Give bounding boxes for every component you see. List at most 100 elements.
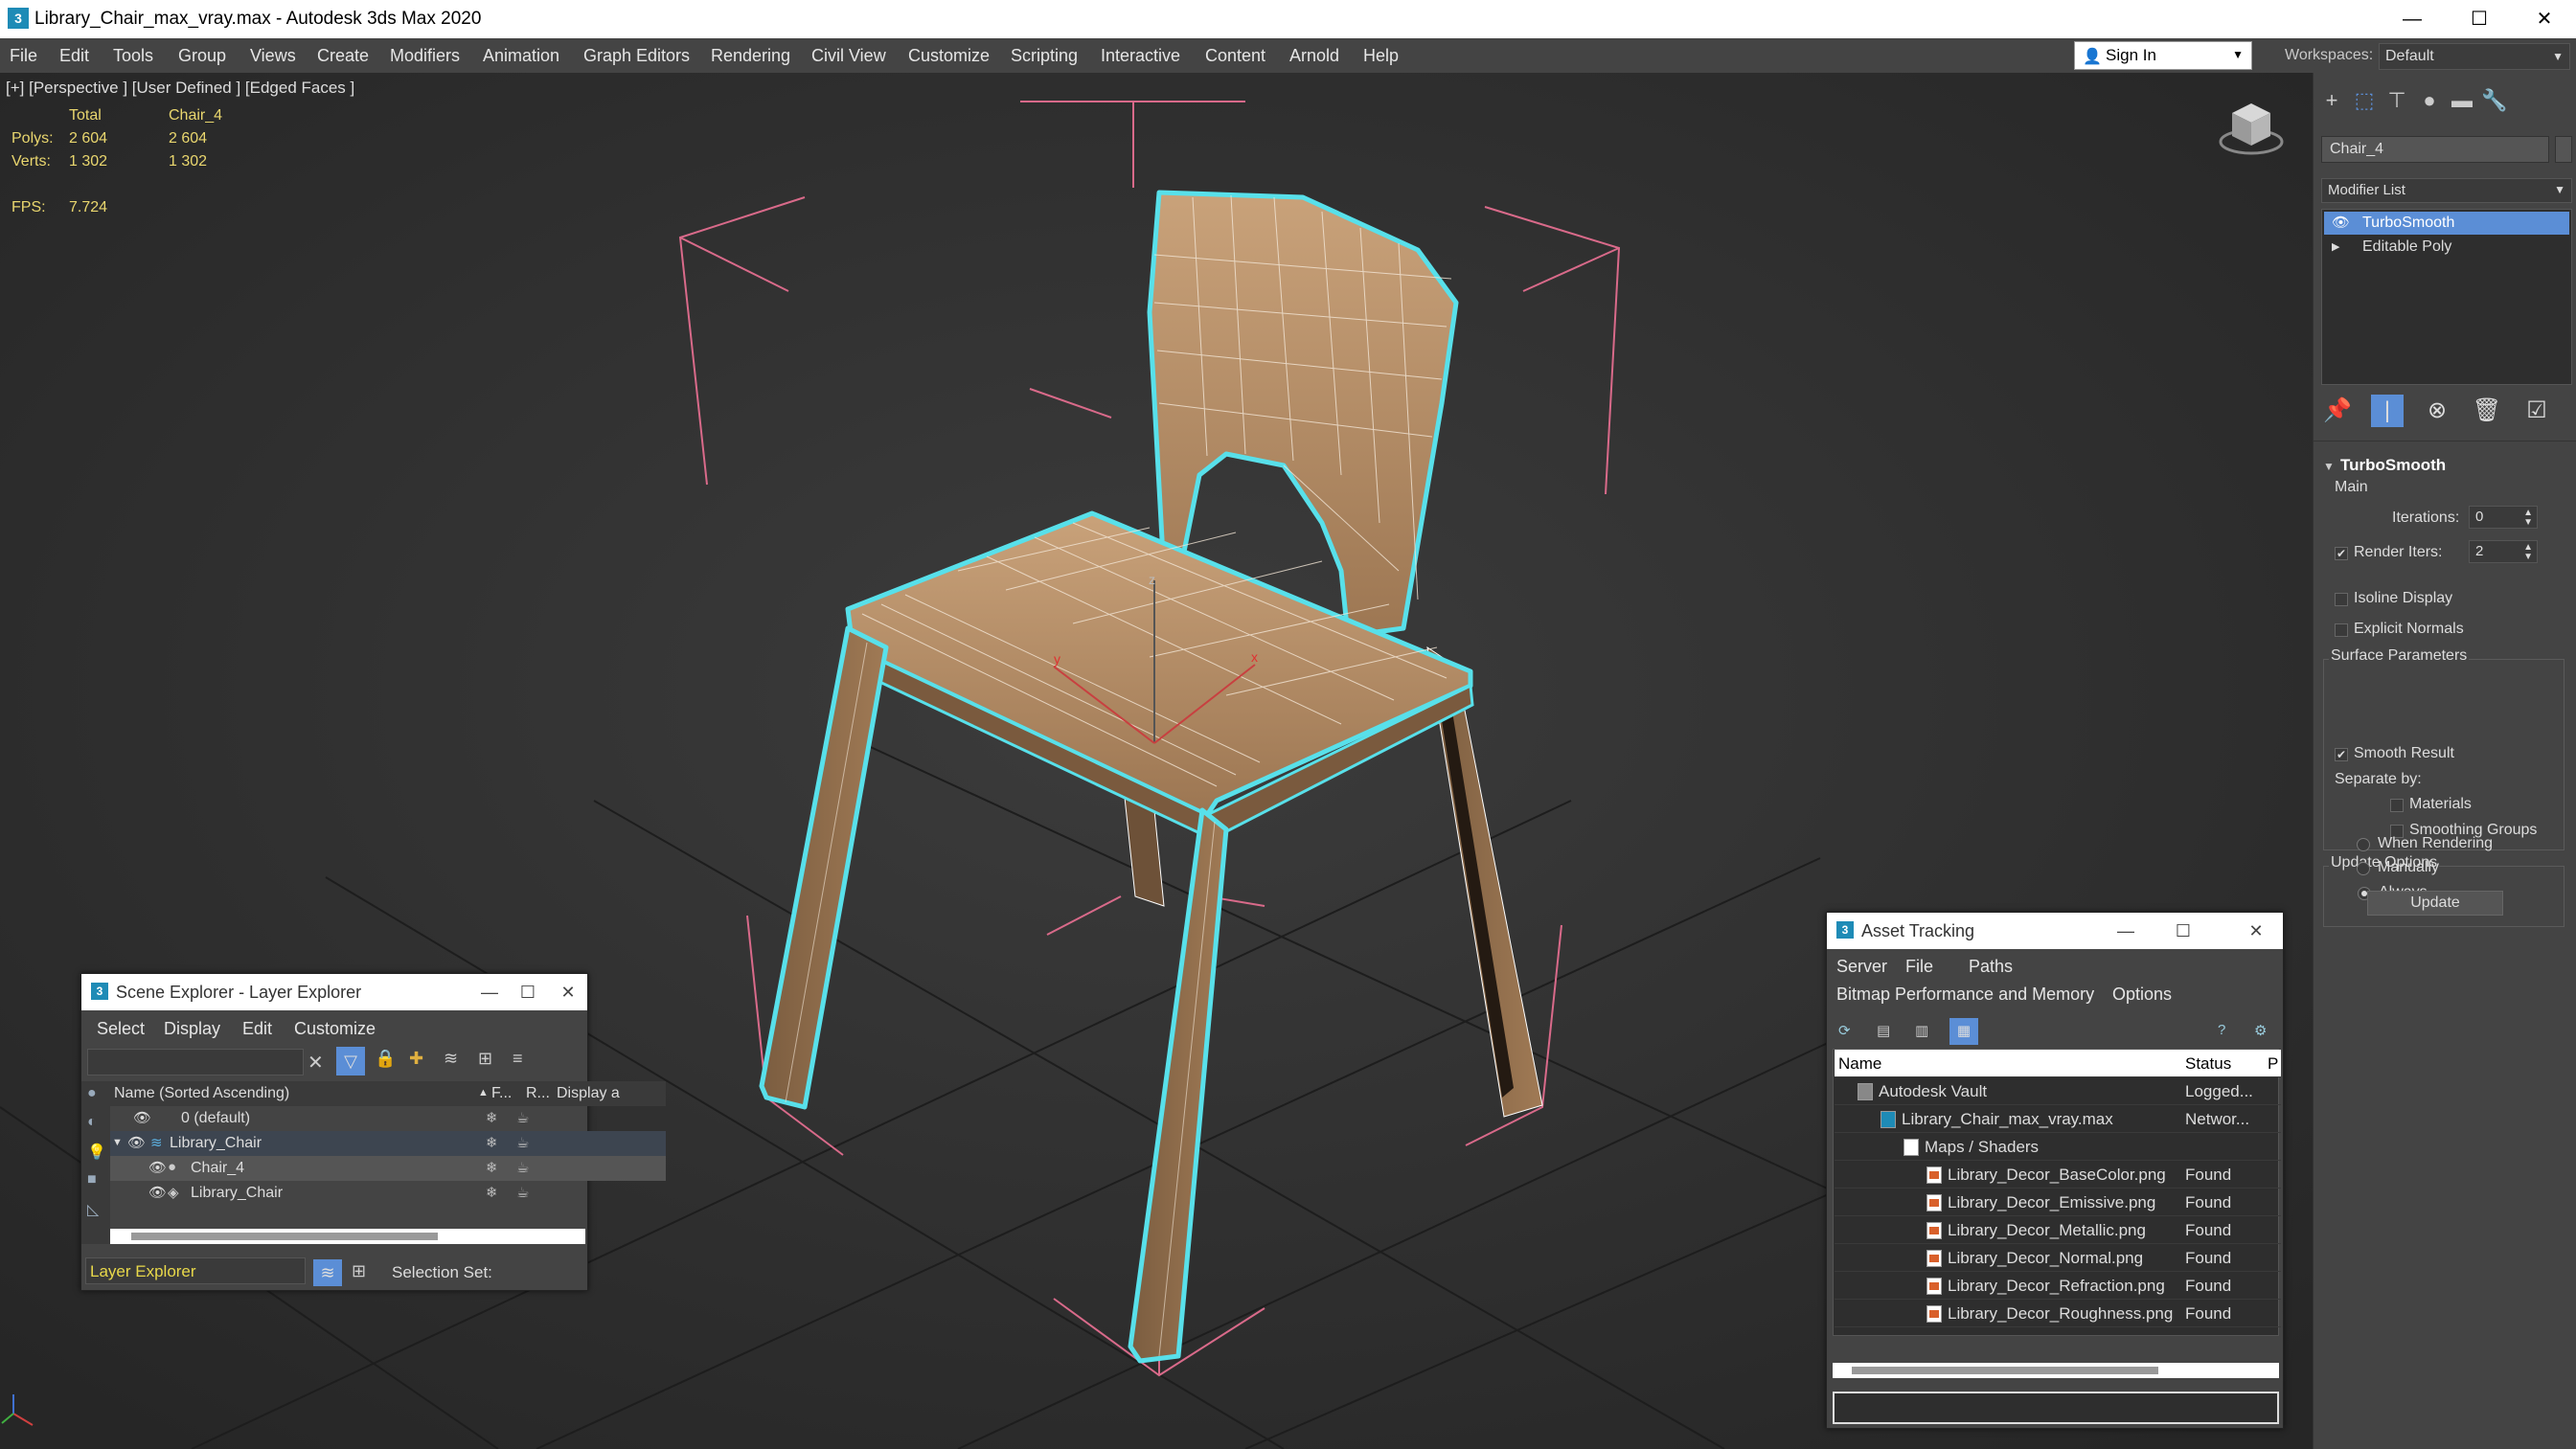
list-view-icon[interactable]: ▤ — [1877, 1022, 1890, 1039]
render-teapot-icon[interactable]: ☕ — [516, 1159, 529, 1176]
asset-row-texture[interactable]: Library_Decor_Refraction.png Found — [1835, 1272, 2281, 1300]
utilities-tab-icon[interactable]: 🔧 — [2480, 88, 2509, 117]
stack-item-editable-poly[interactable]: ▶ Editable Poly — [2324, 236, 2569, 259]
when-rendering-radio[interactable] — [2357, 838, 2370, 851]
se-col-name[interactable]: Name (Sorted Ascending) — [114, 1085, 289, 1102]
pin-stack-icon[interactable]: 📌 — [2321, 395, 2354, 427]
menu-scripting[interactable]: Scripting — [1011, 46, 1078, 66]
display-shapes-icon[interactable]: ◐ — [87, 1114, 97, 1131]
menu-group[interactable]: Group — [178, 46, 226, 66]
minimize-button[interactable]: — — [2381, 0, 2444, 38]
viewport-label[interactable]: [+] [Perspective ] [User Defined ] [Edge… — [6, 79, 354, 98]
menu-file[interactable]: File — [10, 46, 37, 66]
workspaces-select[interactable]: Default ▼ — [2379, 43, 2570, 70]
menu-arnold[interactable]: Arnold — [1289, 46, 1339, 66]
close-button[interactable]: ✕ — [551, 978, 585, 1007]
display-helpers-icon[interactable]: ◺ — [87, 1200, 99, 1219]
menu-tools[interactable]: Tools — [113, 46, 153, 66]
hierarchy-icon[interactable]: ⊞ — [478, 1049, 492, 1069]
modifier-list-dropdown[interactable]: Modifier List ▼ — [2321, 178, 2572, 203]
se-col-frozen[interactable]: F... — [491, 1085, 512, 1102]
object-color-swatch[interactable] — [2555, 136, 2572, 163]
stack-icon[interactable]: ≡ — [513, 1049, 523, 1069]
at-menu-paths[interactable]: Paths — [1969, 957, 2013, 977]
maximize-button[interactable]: ☐ — [2448, 0, 2511, 38]
tree-view-icon[interactable]: ▦ — [1949, 1018, 1978, 1045]
manually-radio[interactable] — [2357, 862, 2370, 875]
menu-edit[interactable]: Edit — [59, 46, 89, 66]
collapse-arrow-icon[interactable]: ▼ — [112, 1137, 123, 1148]
maximize-button[interactable]: ☐ — [511, 978, 545, 1007]
hierarchy-toggle-icon[interactable]: ⊞ — [352, 1261, 366, 1281]
freeze-icon[interactable]: ❄ — [486, 1134, 498, 1151]
menu-customize[interactable]: Customize — [908, 46, 990, 66]
explicit-normals-checkbox[interactable] — [2335, 623, 2348, 637]
filter-icon[interactable]: ▽ — [336, 1047, 365, 1075]
display-lights-icon[interactable]: 💡 — [87, 1143, 106, 1162]
rollout-arrow-icon[interactable]: ▼ — [2323, 460, 2335, 473]
close-button[interactable]: ✕ — [2513, 0, 2576, 38]
maximize-button[interactable]: ☐ — [2166, 917, 2200, 945]
menu-animation[interactable]: Animation — [483, 46, 559, 66]
create-tab-icon[interactable]: + — [2317, 88, 2346, 117]
eye-icon[interactable]: 👁 — [133, 1109, 151, 1126]
se-row-default-layer[interactable]: 👁 0 (default) ❄ ☕ — [110, 1106, 666, 1131]
asset-col-status[interactable]: Status — [2185, 1054, 2231, 1074]
make-unique-icon[interactable]: ⊗ — [2421, 395, 2453, 427]
stack-item-turbosmooth[interactable]: 👁 TurboSmooth — [2324, 212, 2569, 235]
asset-row-texture[interactable]: Library_Decor_Metallic.png Found — [1835, 1216, 2281, 1244]
materials-checkbox[interactable] — [2390, 799, 2404, 812]
eye-icon[interactable]: 👁 — [127, 1134, 146, 1151]
hierarchy-tab-icon[interactable]: ⊤ — [2382, 88, 2411, 117]
render-iters-checkbox[interactable]: ✔ — [2335, 547, 2348, 560]
menu-civil-view[interactable]: Civil View — [811, 46, 886, 66]
lock-icon[interactable]: 🔒 — [375, 1049, 396, 1069]
asset-tracking-titlebar[interactable]: 3 Asset Tracking — ☐ ✕ — [1827, 913, 2283, 949]
freeze-icon[interactable]: ❄ — [486, 1159, 498, 1176]
eye-icon[interactable]: 👁 — [148, 1184, 167, 1201]
menu-help[interactable]: Help — [1363, 46, 1399, 66]
se-col-display[interactable]: Display a — [557, 1085, 620, 1102]
menu-modifiers[interactable]: Modifiers — [390, 46, 460, 66]
at-menu-server[interactable]: Server — [1836, 957, 1887, 977]
eye-icon[interactable]: 👁 — [2332, 214, 2350, 231]
asset-row-texture[interactable]: Library_Decor_Roughness.png Found — [1835, 1300, 2281, 1327]
close-button[interactable]: ✕ — [2239, 917, 2273, 945]
se-scrollbar[interactable] — [110, 1229, 585, 1244]
freeze-icon[interactable]: ❄ — [486, 1184, 498, 1201]
refresh-icon[interactable]: ⟳ — [1838, 1022, 1851, 1039]
render-iters-spinner[interactable]: 2 ▲ ▼ — [2469, 540, 2538, 563]
asset-path-field[interactable] — [1833, 1392, 2279, 1424]
layers-icon[interactable]: ≋ — [444, 1049, 458, 1069]
object-name-field[interactable]: Chair_4 — [2321, 136, 2549, 163]
spinner-arrows-icon[interactable]: ▲ ▼ — [2523, 509, 2533, 528]
sign-in-dropdown[interactable]: 👤 Sign In ▼ — [2074, 41, 2252, 70]
asset-scrollbar-thumb[interactable] — [1852, 1367, 2158, 1374]
asset-row-maps-shaders[interactable]: Maps / Shaders — [1835, 1133, 2281, 1161]
se-row-library-chair-layer[interactable]: ▼ 👁 ≋ Library_Chair ❄ ☕ — [110, 1131, 666, 1156]
se-menu-edit[interactable]: Edit — [242, 1019, 272, 1039]
isoline-display-checkbox[interactable] — [2335, 593, 2348, 606]
update-button[interactable]: Update — [2367, 891, 2503, 916]
remove-modifier-icon[interactable]: 🗑 — [2471, 395, 2503, 427]
asset-col-p[interactable]: P — [2268, 1054, 2278, 1074]
menu-rendering[interactable]: Rendering — [711, 46, 790, 66]
asset-row-vault[interactable]: Autodesk Vault Logged... — [1835, 1077, 2281, 1105]
menu-create[interactable]: Create — [317, 46, 369, 66]
render-teapot-icon[interactable]: ☕ — [516, 1109, 529, 1126]
render-teapot-icon[interactable]: ☕ — [516, 1134, 529, 1151]
settings-icon[interactable]: ⚙ — [2254, 1022, 2267, 1039]
spinner-arrows-icon[interactable]: ▲ ▼ — [2523, 543, 2533, 562]
minimize-button[interactable]: — — [2109, 917, 2143, 945]
add-layer-icon[interactable]: ✚ — [409, 1049, 423, 1069]
motion-tab-icon[interactable]: ● — [2415, 88, 2444, 117]
menu-interactive[interactable]: Interactive — [1101, 46, 1180, 66]
explorer-type-select[interactable]: Layer Explorer — [85, 1257, 306, 1284]
modify-tab-icon[interactable]: ⬚ — [2350, 88, 2379, 117]
scene-explorer-titlebar[interactable]: 3 Scene Explorer - Layer Explorer — ☐ ✕ — [81, 974, 587, 1010]
at-menu-file[interactable]: File — [1905, 957, 1933, 977]
rollout-title[interactable]: TurboSmooth — [2340, 456, 2446, 475]
freeze-icon[interactable]: ❄ — [486, 1109, 498, 1126]
layer-explorer-icon[interactable]: ≋ — [313, 1259, 342, 1286]
table-view-icon[interactable]: ▥ — [1915, 1022, 1928, 1039]
